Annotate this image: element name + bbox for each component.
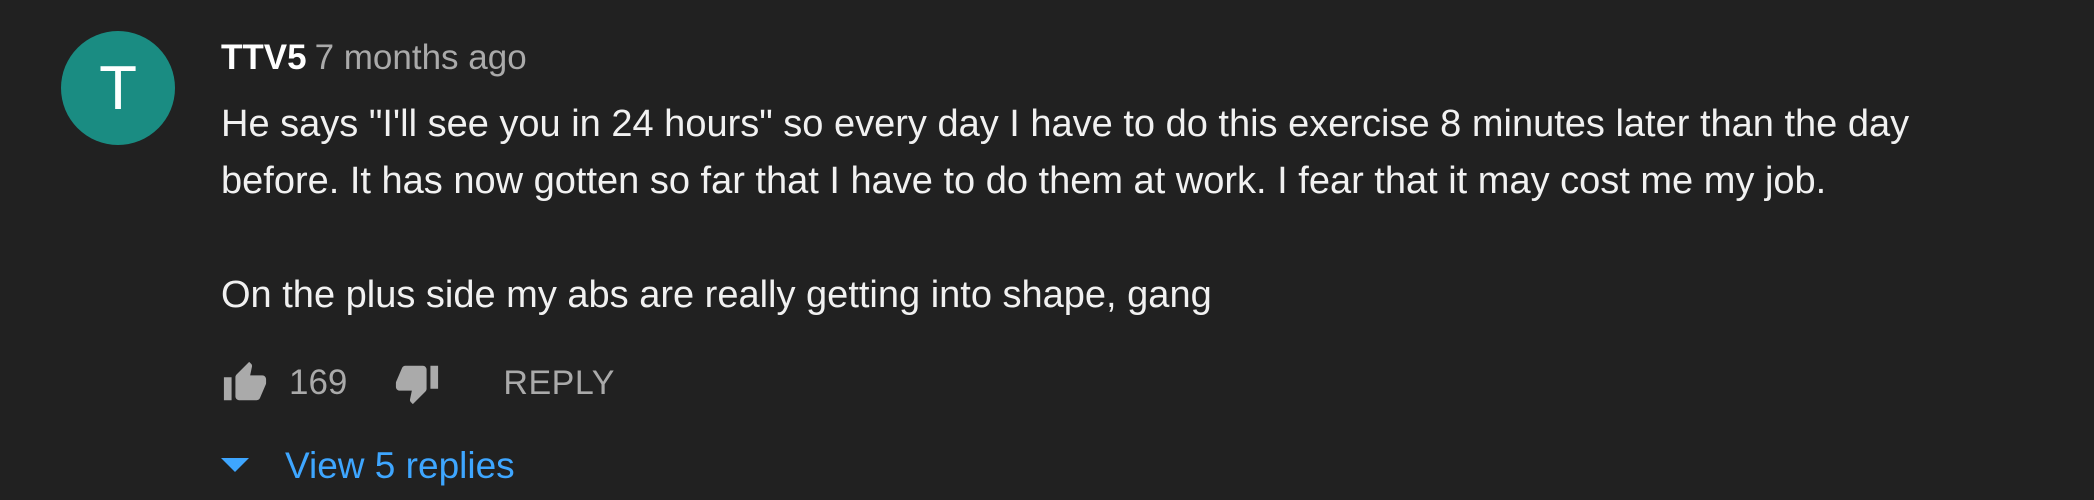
comment-text-line: He says "I'll see you in 24 hours" so ev…	[221, 103, 1910, 145]
reply-button[interactable]: REPLY	[503, 364, 614, 403]
author-name[interactable]: TTV5	[221, 38, 307, 77]
comment-timestamp[interactable]: 7 months ago	[315, 38, 527, 77]
avatar[interactable]: T	[61, 31, 175, 145]
comment-text-line: before. It has now gotten so far that I …	[221, 160, 1827, 202]
comment-text: He says "I'll see you in 24 hours" so ev…	[221, 96, 2071, 324]
like-count: 169	[289, 363, 348, 402]
caret-down-icon	[221, 458, 249, 472]
like-button[interactable]	[221, 359, 269, 407]
comment-header: TTV5 7 months ago	[221, 34, 527, 89]
thumbs-down-icon	[396, 365, 439, 405]
comment-actions: 169 REPLY	[221, 355, 615, 411]
view-replies-label: View 5 replies	[285, 445, 515, 486]
view-replies-button[interactable]: View 5 replies	[221, 438, 515, 494]
comment-thread: T TTV5 7 months ago He says "I'll see you…	[0, 0, 2094, 500]
avatar-letter: T	[99, 53, 137, 123]
comment-text-line: On the plus side my abs are really getti…	[221, 274, 1212, 316]
dislike-button[interactable]	[393, 359, 441, 407]
thumbs-up-icon	[223, 361, 267, 401]
